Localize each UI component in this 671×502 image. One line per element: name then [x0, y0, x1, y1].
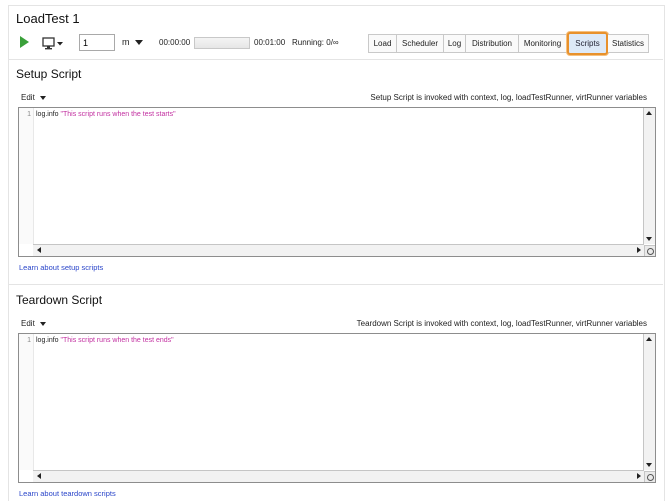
resize-corner[interactable]	[644, 245, 655, 256]
tab-bar: Load Scheduler Log Distribution Monitori…	[368, 32, 649, 55]
vertical-scrollbar[interactable]	[643, 108, 655, 244]
horizontal-scrollbar[interactable]	[33, 470, 644, 482]
code-call: log.info	[36, 337, 61, 344]
code-line[interactable]: log.info "This script runs when the test…	[36, 337, 174, 344]
progress-bar	[194, 37, 250, 49]
code-string: "This script runs when the test starts"	[60, 111, 176, 118]
teardown-script-info: Teardown Script is invoked with context,…	[356, 319, 647, 328]
setup-script-editor[interactable]: 1 log.info "This script runs when the te…	[18, 107, 656, 257]
line-gutter: 1	[19, 334, 34, 470]
scroll-left-icon[interactable]	[37, 473, 41, 479]
setup-edit-menu[interactable]: Edit	[21, 93, 46, 102]
chevron-down-icon	[39, 95, 46, 100]
divider	[8, 284, 663, 285]
limit-input[interactable]	[79, 34, 115, 51]
tab-monitoring[interactable]: Monitoring	[519, 34, 567, 53]
vertical-scrollbar[interactable]	[643, 334, 655, 470]
scroll-right-icon[interactable]	[637, 473, 641, 479]
setup-script-title: Setup Script	[16, 67, 82, 81]
scroll-down-icon[interactable]	[646, 237, 652, 241]
teardown-script-title: Teardown Script	[16, 293, 103, 307]
teardown-edit-menu[interactable]: Edit	[21, 319, 46, 328]
teardown-edit-label: Edit	[21, 319, 35, 328]
learn-setup-scripts-link[interactable]: Learn about setup scripts	[19, 263, 103, 272]
resize-icon	[647, 474, 654, 481]
tab-statistics[interactable]: Statistics	[608, 34, 649, 53]
tab-scripts[interactable]: Scripts	[567, 32, 608, 55]
scroll-up-icon[interactable]	[646, 337, 652, 341]
code-line[interactable]: log.info "This script runs when the test…	[36, 111, 176, 118]
divider	[8, 59, 663, 60]
running-status: Running: 0/∞	[292, 38, 339, 47]
scroll-right-icon[interactable]	[637, 247, 641, 253]
total-time: 00:01:00	[254, 38, 286, 47]
line-gutter: 1	[19, 108, 34, 244]
horizontal-scrollbar[interactable]	[33, 244, 644, 256]
resize-icon	[647, 248, 654, 255]
play-icon[interactable]	[20, 36, 29, 48]
limit-unit-select[interactable]: m	[122, 37, 130, 47]
resize-corner[interactable]	[644, 471, 655, 482]
monitor-icon[interactable]	[42, 37, 64, 51]
scroll-up-icon[interactable]	[646, 111, 652, 115]
line-number: 1	[27, 111, 31, 118]
tab-log[interactable]: Log	[444, 34, 466, 53]
line-number: 1	[27, 337, 31, 344]
toolbar: m 00:00:00 00:01:00 Running: 0/∞ Load Sc…	[16, 32, 656, 55]
scroll-down-icon[interactable]	[646, 463, 652, 467]
tab-load[interactable]: Load	[368, 34, 397, 53]
scroll-left-icon[interactable]	[37, 247, 41, 253]
setup-script-info: Setup Script is invoked with context, lo…	[370, 93, 647, 102]
elapsed-time: 00:00:00	[159, 38, 191, 47]
chevron-down-icon	[39, 321, 46, 326]
code-call: log.info	[36, 111, 61, 118]
chevron-down-icon[interactable]	[135, 40, 143, 45]
tab-distribution[interactable]: Distribution	[466, 34, 519, 53]
teardown-script-editor[interactable]: 1 log.info "This script runs when the te…	[18, 333, 656, 483]
page-title: LoadTest 1	[16, 11, 80, 26]
setup-edit-label: Edit	[21, 93, 35, 102]
code-string: "This script runs when the test ends"	[60, 337, 174, 344]
learn-teardown-scripts-link[interactable]: Learn about teardown scripts	[19, 489, 116, 498]
tab-scheduler[interactable]: Scheduler	[397, 34, 444, 53]
